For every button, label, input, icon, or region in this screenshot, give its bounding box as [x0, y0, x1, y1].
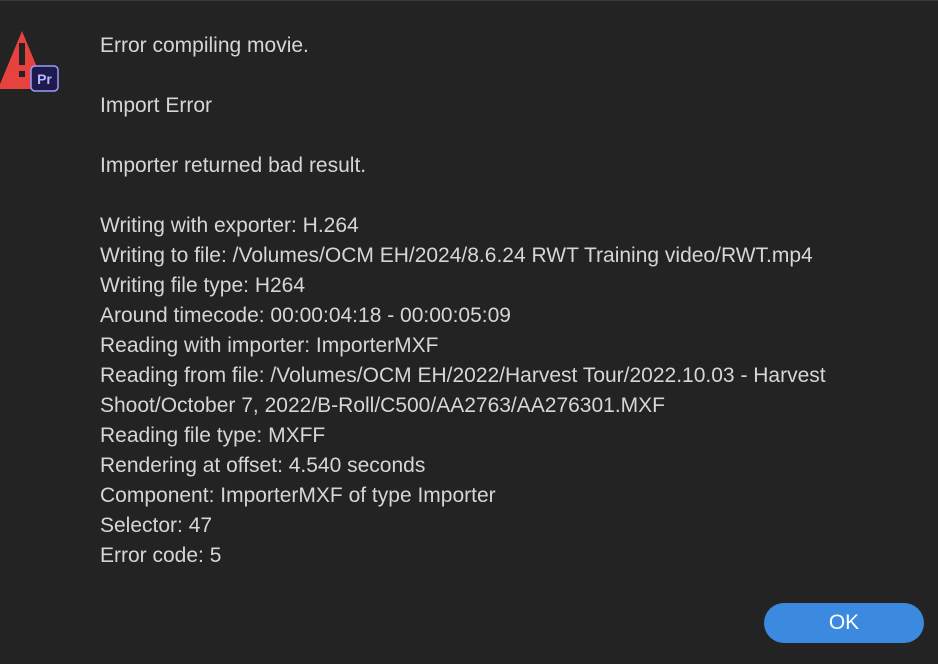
detail-line-error-code: Error code: 5: [100, 544, 222, 567]
premiere-pro-icon: Pr: [30, 65, 59, 92]
detail-line-exporter: Writing with exporter: H.264: [100, 214, 359, 237]
error-dialog: Pr Error compiling movie. Import Error I…: [0, 0, 938, 664]
warning-triangle-icon: Pr: [0, 31, 59, 92]
detail-line-selector: Selector: 47: [100, 514, 213, 537]
detail-line-source-file: Reading from file: /Volumes/OCM EH/2022/…: [100, 364, 832, 417]
detail-line-offset: Rendering at offset: 4.540 seconds: [100, 454, 426, 477]
error-summary: Importer returned bad result.: [100, 154, 367, 177]
ok-button[interactable]: OK: [764, 603, 924, 643]
error-message: Error compiling movie. Import Error Impo…: [100, 31, 910, 571]
error-title: Error compiling movie.: [100, 34, 309, 57]
error-details: Writing with exporter: H.264 Writing to …: [100, 211, 910, 571]
detail-line-importer: Reading with importer: ImporterMXF: [100, 334, 439, 357]
detail-line-source-type: Reading file type: MXFF: [100, 424, 326, 447]
detail-line-component: Component: ImporterMXF of type Importer: [100, 484, 496, 507]
detail-line-output-file: Writing to file: /Volumes/OCM EH/2024/8.…: [100, 244, 813, 267]
alert-icon-group: Pr: [0, 31, 60, 93]
detail-line-file-type: Writing file type: H264: [100, 274, 306, 297]
detail-line-timecode: Around timecode: 00:00:04:18 - 00:00:05:…: [100, 304, 511, 327]
premiere-pro-icon-text: Pr: [37, 71, 52, 87]
error-type: Import Error: [100, 94, 213, 117]
